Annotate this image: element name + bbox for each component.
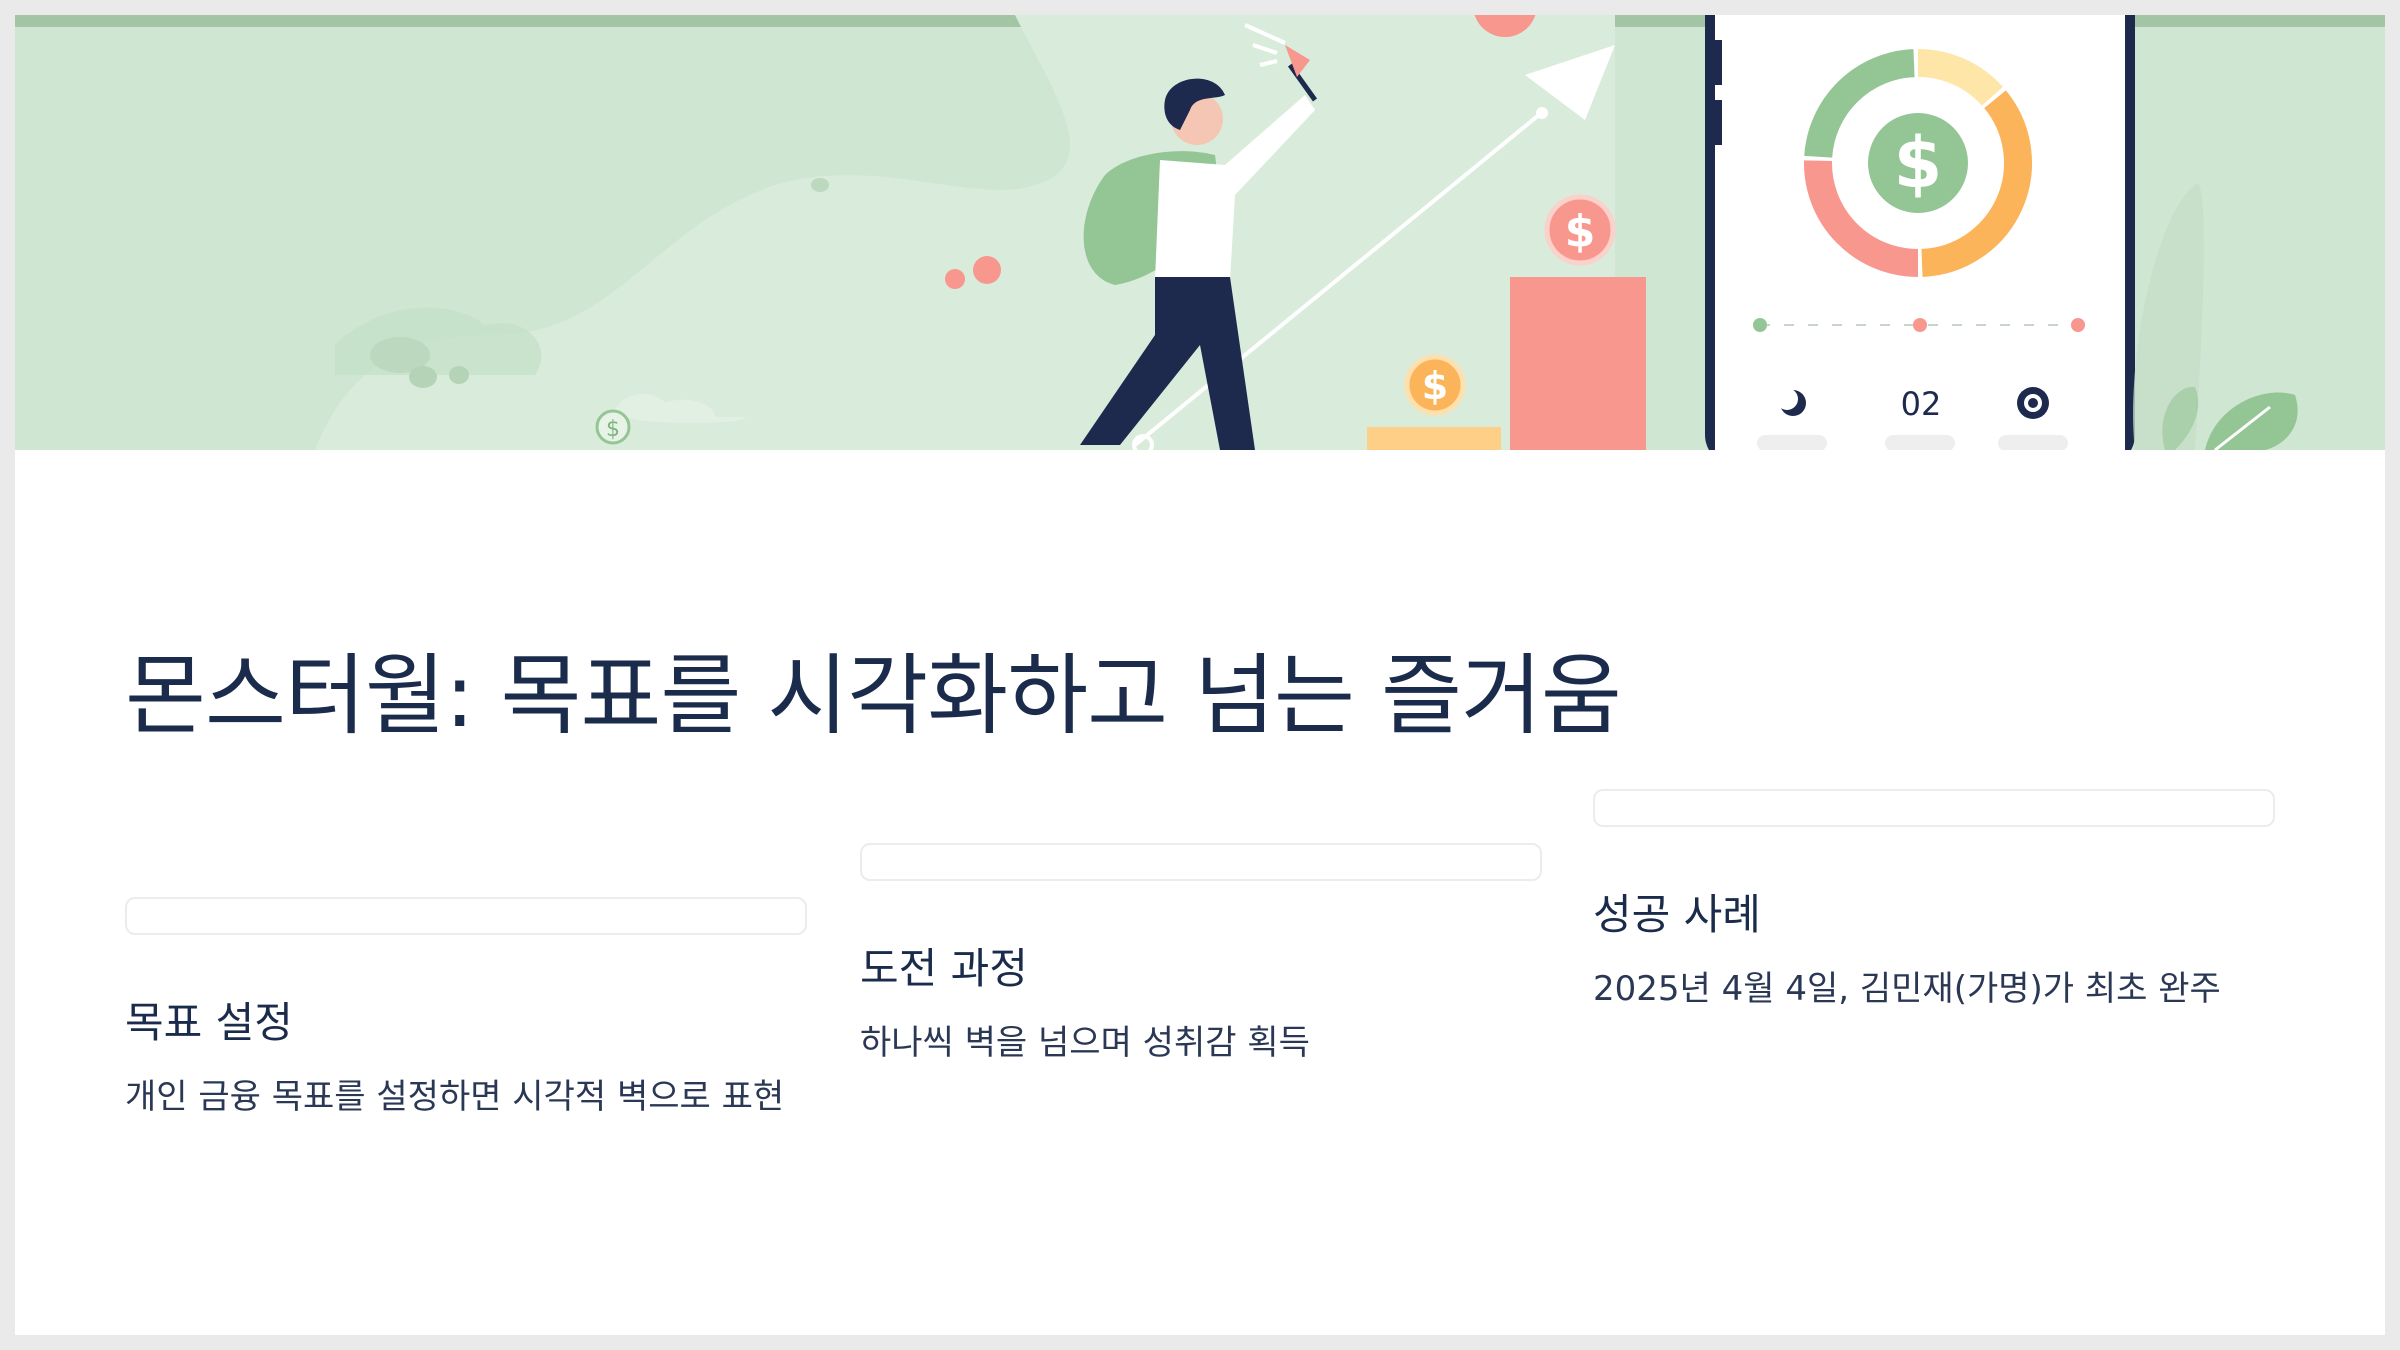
card-description: 하나씩 벽을 넘으며 성취감 획득 (860, 1023, 1310, 1063)
hero-banner: $ $ $ $ 02 (15, 15, 2385, 450)
dollar-icon: $ (1868, 113, 1968, 213)
svg-text:$: $ (606, 417, 620, 442)
target-icon (2017, 387, 2049, 419)
dollar-icon: $ (1544, 194, 1616, 266)
dollar-icon: $ (595, 409, 631, 445)
dollar-icon: $ (1404, 354, 1466, 416)
svg-text:$: $ (1894, 122, 1943, 204)
card-description: 개인 금융 목표를 설정하면 시각적 벽으로 표현 (125, 1077, 785, 1117)
card-top-bar (1593, 789, 2275, 827)
success-story-card: 성공 사례 2025년 4월 4일, 김민재(가명)가 최초 완주 (1593, 789, 2275, 1018)
goal-setting-card: 목표 설정 개인 금융 목표를 설정하면 시각적 벽으로 표현 (125, 897, 807, 1126)
card-description: 2025년 4월 4일, 김민재(가명)가 최초 완주 (1593, 969, 2221, 1009)
card-heading: 목표 설정 (125, 998, 293, 1047)
card-top-bar (125, 897, 807, 935)
phone-counter: 02 (1901, 385, 1942, 423)
card-heading: 성공 사례 (1593, 890, 1761, 939)
phone-mockup: $ 02 (1705, 15, 2135, 450)
card-top-bar (860, 843, 1542, 881)
slide: $ $ $ $ 02 몬스터월: 목표를 시각화하고 넘는 즐거움 목표 설정 … (15, 15, 2385, 1335)
card-heading: 도전 과정 (860, 944, 1028, 993)
svg-text:$: $ (1565, 206, 1596, 257)
page-title: 몬스터월: 목표를 시각화하고 넘는 즐거움 (125, 644, 1622, 747)
challenge-process-card: 도전 과정 하나씩 벽을 넘으며 성취감 획득 (860, 843, 1542, 1072)
svg-text:$: $ (1422, 364, 1448, 408)
